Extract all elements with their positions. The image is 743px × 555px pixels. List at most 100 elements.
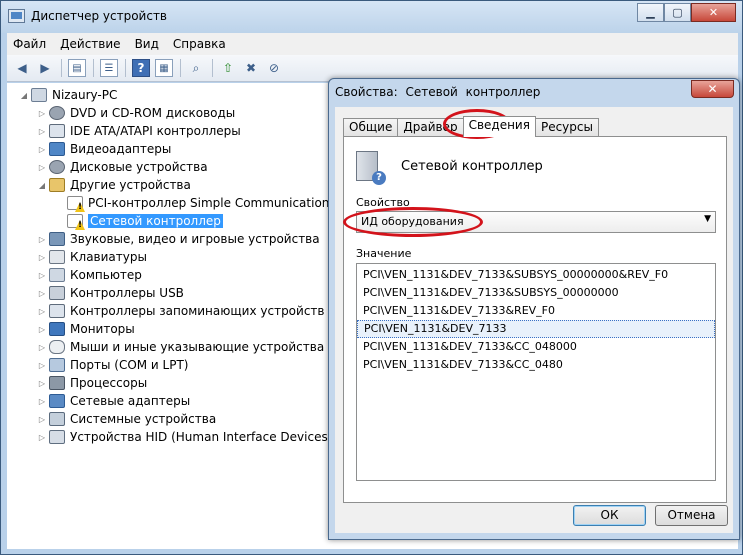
- computer-icon: [49, 268, 65, 282]
- tree-label: Видеоадаптеры: [70, 142, 172, 156]
- tree-category-keyboards[interactable]: ▷ Клавиатуры: [37, 248, 147, 266]
- toolbar-separator: [125, 59, 126, 77]
- tree-category-ide[interactable]: ▷ IDE ATA/ATAPI контроллеры: [37, 122, 241, 140]
- help-icon[interactable]: ?: [132, 59, 150, 77]
- minimize-button[interactable]: ▁: [637, 3, 664, 22]
- tree-category-storage[interactable]: ▷ Контроллеры запоминающих устройств: [37, 302, 324, 320]
- forward-icon[interactable]: ▶: [36, 59, 54, 77]
- chevron-down-icon: ▼: [704, 214, 711, 224]
- uninstall-icon[interactable]: ✖: [242, 59, 260, 77]
- tree-label: Устройства HID (Human Interface Devices): [70, 430, 333, 444]
- dialog-title-part: контроллер: [465, 85, 541, 99]
- toolbar-separator: [61, 59, 62, 77]
- tab-details[interactable]: Сведения: [462, 116, 536, 137]
- tree-category-usb[interactable]: ▷ Контроллеры USB: [37, 284, 184, 302]
- collapsed-arrow-icon[interactable]: ▷: [37, 145, 47, 154]
- details-panel: Сетевой контроллер Свойство ИД оборудова…: [343, 136, 727, 503]
- menu-action[interactable]: Действие: [60, 37, 120, 51]
- expand-arrow-icon[interactable]: ◢: [19, 91, 29, 100]
- tab-strip: Общие Драйвер Сведения Ресурсы: [343, 116, 599, 137]
- tree-category-sound[interactable]: ▷ Звуковые, видео и игровые устройства: [37, 230, 320, 248]
- tree-label: Процессоры: [70, 376, 148, 390]
- tree-root[interactable]: ◢ Nizaury-PC: [19, 86, 117, 104]
- maximize-button[interactable]: ▢: [664, 3, 691, 22]
- tree-category-ports[interactable]: ▷ Порты (COM и LPT): [37, 356, 188, 374]
- tab-general[interactable]: Общие: [343, 118, 399, 137]
- tree-label: Клавиатуры: [70, 250, 147, 264]
- collapsed-arrow-icon[interactable]: ▷: [37, 325, 47, 334]
- value-list[interactable]: PCI\VEN_1131&DEV_7133&SUBSYS_00000000&RE…: [356, 263, 716, 481]
- collapsed-arrow-icon[interactable]: ▷: [37, 289, 47, 298]
- back-icon[interactable]: ◀: [13, 59, 31, 77]
- collapsed-arrow-icon[interactable]: ▷: [37, 235, 47, 244]
- tree-label: Системные устройства: [70, 412, 217, 426]
- tree-category-dvd[interactable]: ▷ DVD и CD-ROM дисководы: [37, 104, 235, 122]
- processor-icon: [49, 376, 65, 390]
- collapsed-arrow-icon[interactable]: ▷: [37, 307, 47, 316]
- toolbar-separator: [212, 59, 213, 77]
- menu-view[interactable]: Вид: [135, 37, 159, 51]
- collapsed-arrow-icon[interactable]: ▷: [37, 397, 47, 406]
- tree-category-network[interactable]: ▷ Сетевые адаптеры: [37, 392, 190, 410]
- list-item-focused[interactable]: PCI\VEN_1131&DEV_7133: [357, 320, 715, 338]
- collapsed-arrow-icon[interactable]: ▷: [37, 253, 47, 262]
- tree-category-hid[interactable]: ▷ Устройства HID (Human Interface Device…: [37, 428, 332, 446]
- dialog-title: Свойства: Сетевой контроллер: [335, 85, 544, 99]
- menu-help[interactable]: Справка: [173, 37, 226, 51]
- menu-file[interactable]: Файл: [13, 37, 46, 51]
- disk-drive-icon: [49, 160, 65, 174]
- tree-category-monitors[interactable]: ▷ Мониторы: [37, 320, 135, 338]
- dialog-title-part: Свойства:: [335, 85, 398, 99]
- cancel-button[interactable]: Отмена: [655, 505, 728, 526]
- update-driver-icon[interactable]: ⇧: [219, 59, 237, 77]
- tree-label: Дисковые устройства: [70, 160, 208, 174]
- dvd-drive-icon: [49, 106, 65, 120]
- list-item[interactable]: PCI\VEN_1131&DEV_7133&CC_048000: [357, 338, 715, 356]
- collapsed-arrow-icon[interactable]: ▷: [37, 109, 47, 118]
- tree-device-pci-controller[interactable]: PCI-контроллер Simple Communications: [65, 194, 336, 212]
- collapsed-arrow-icon[interactable]: ▷: [37, 163, 47, 172]
- collapsed-arrow-icon[interactable]: ▷: [37, 271, 47, 280]
- toolbar-separator: [93, 59, 94, 77]
- tree-category-mice[interactable]: ▷ Мыши и иные указывающие устройства: [37, 338, 324, 356]
- collapsed-arrow-icon[interactable]: ▷: [37, 415, 47, 424]
- tree-category-disks[interactable]: ▷ Дисковые устройства: [37, 158, 208, 176]
- tree-label: Контроллеры запоминающих устройств: [70, 304, 325, 318]
- usb-controller-icon: [49, 286, 65, 300]
- ok-button[interactable]: ОК: [573, 505, 646, 526]
- tree-device-network-controller[interactable]: Сетевой контроллер: [65, 212, 223, 230]
- system-device-icon: [49, 412, 65, 426]
- ide-controller-icon: [49, 124, 65, 138]
- network-adapter-icon: [49, 394, 65, 408]
- other-devices-icon: [49, 178, 65, 192]
- tree-category-system[interactable]: ▷ Системные устройства: [37, 410, 216, 428]
- show-hide-console-tree-icon[interactable]: ▤: [68, 59, 86, 77]
- list-item[interactable]: PCI\VEN_1131&DEV_7133&CC_0480: [357, 356, 715, 374]
- tree-category-other[interactable]: ◢ Другие устройства: [37, 176, 191, 194]
- close-button[interactable]: ✕: [691, 3, 736, 22]
- list-item[interactable]: PCI\VEN_1131&DEV_7133&SUBSYS_00000000: [357, 284, 715, 302]
- disable-icon[interactable]: ⊘: [265, 59, 283, 77]
- tab-resources[interactable]: Ресурсы: [534, 118, 599, 137]
- scan-hardware-icon[interactable]: ⌕: [187, 59, 205, 77]
- tree-label: Мыши и иные указывающие устройства: [70, 340, 325, 354]
- tree-category-processors[interactable]: ▷ Процессоры: [37, 374, 147, 392]
- tree-category-computer[interactable]: ▷ Компьютер: [37, 266, 142, 284]
- collapsed-arrow-icon[interactable]: ▷: [37, 379, 47, 388]
- dialog-close-button[interactable]: ✕: [691, 80, 734, 98]
- expand-arrow-icon[interactable]: ◢: [37, 181, 47, 190]
- tree-category-video[interactable]: ▷ Видеоадаптеры: [37, 140, 171, 158]
- window-title: Диспетчер устройств: [31, 9, 168, 23]
- storage-controller-icon: [49, 304, 65, 318]
- list-item[interactable]: PCI\VEN_1131&DEV_7133&SUBSYS_00000000&RE…: [357, 266, 715, 284]
- properties-sheet-icon[interactable]: ▦: [155, 59, 173, 77]
- properties-icon[interactable]: ☰: [100, 59, 118, 77]
- collapsed-arrow-icon[interactable]: ▷: [37, 361, 47, 370]
- tree-label: Компьютер: [70, 268, 142, 282]
- title-bar: Диспетчер устройств ▁ ▢ ✕: [1, 1, 742, 33]
- collapsed-arrow-icon[interactable]: ▷: [37, 343, 47, 352]
- list-item[interactable]: PCI\VEN_1131&DEV_7133&REV_F0: [357, 302, 715, 320]
- collapsed-arrow-icon[interactable]: ▷: [37, 127, 47, 136]
- collapsed-arrow-icon[interactable]: ▷: [37, 433, 47, 442]
- monitor-icon: [49, 322, 65, 336]
